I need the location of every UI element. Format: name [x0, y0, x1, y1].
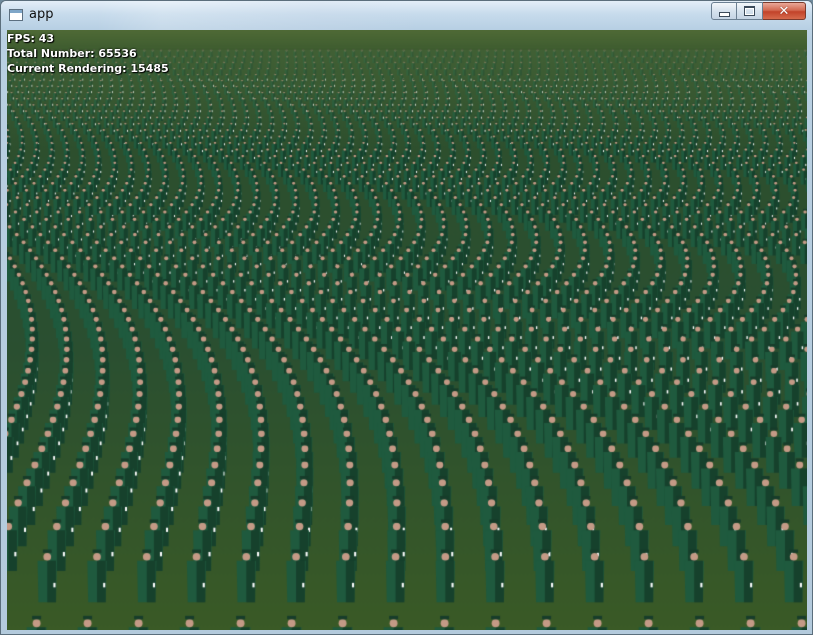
- total-number-readout: Total Number: 65536: [7, 47, 137, 60]
- maximize-button[interactable]: [737, 2, 763, 20]
- minimize-button[interactable]: [711, 2, 737, 20]
- close-button[interactable]: ✕: [763, 2, 806, 20]
- app-window-icon[interactable]: [9, 9, 23, 21]
- window-controls: ✕: [711, 2, 806, 20]
- title-bar[interactable]: app ✕: [1, 1, 812, 30]
- maximize-icon: [744, 6, 755, 16]
- title-bar-reflection: [97, 1, 417, 30]
- minimize-icon: [718, 11, 730, 17]
- window-title: app: [29, 7, 54, 22]
- current-rendering-readout: Current Rendering: 15485: [7, 62, 169, 75]
- app-window: app ✕ FPS: 43 Total Number: 65536 Curren…: [0, 0, 813, 635]
- fps-readout: FPS: 43: [7, 32, 55, 45]
- render-viewport[interactable]: FPS: 43 Total Number: 65536 Current Rend…: [7, 30, 807, 630]
- crowd-scene-canvas[interactable]: [7, 30, 807, 630]
- close-icon: ✕: [778, 3, 790, 19]
- stats-overlay: FPS: 43 Total Number: 65536 Current Rend…: [7, 30, 169, 76]
